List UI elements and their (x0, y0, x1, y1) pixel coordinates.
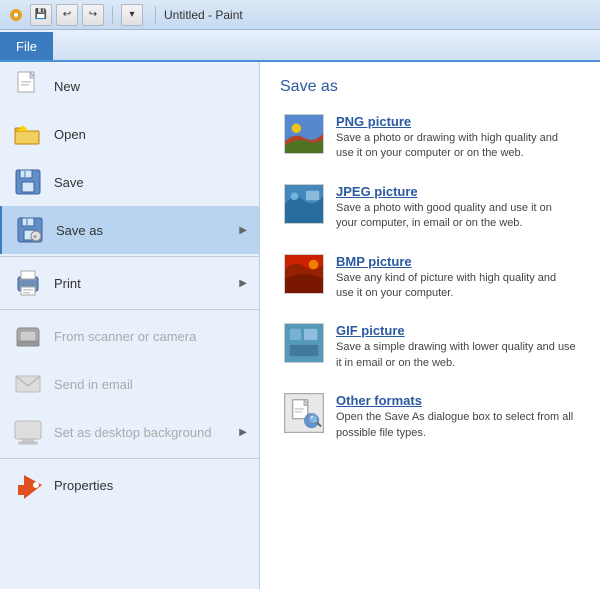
other-format-desc: Open the Save As dialogue box to select … (336, 410, 576, 441)
svg-text:🔍: 🔍 (308, 413, 322, 428)
menu-item-print[interactable]: Print ▶ (0, 259, 259, 307)
format-item-other[interactable]: 🔍 Other formats Open the Save As dialogu… (280, 389, 580, 445)
title-separator (155, 6, 156, 24)
toolbar-buttons: 💾 ↩ ↪ ▾ (30, 4, 143, 26)
other-format-name: Other formats (336, 393, 576, 408)
menu-item-desktop-bg: Set as desktop background ▶ (0, 408, 259, 456)
file-tab[interactable]: File (0, 32, 53, 60)
png-format-desc: Save a photo or drawing with high qualit… (336, 131, 576, 162)
menu-item-scanner-label: From scanner or camera (54, 329, 196, 344)
desktop-bg-icon (12, 416, 44, 448)
customize-button[interactable]: ▾ (121, 4, 143, 26)
redo-button[interactable]: ↪ (82, 4, 104, 26)
right-panel: Save as PNG picture Save a photo or draw… (260, 62, 600, 589)
format-item-gif[interactable]: GIF picture Save a simple drawing with l… (280, 319, 580, 375)
format-item-bmp[interactable]: BMP picture Save any kind of picture wit… (280, 250, 580, 306)
png-format-name: PNG picture (336, 114, 576, 129)
save-as-arrow: ▶ (239, 225, 247, 236)
undo-button[interactable]: ↩ (56, 4, 78, 26)
app-icon (8, 7, 24, 23)
menu-item-save-as-label: Save as (56, 223, 103, 238)
properties-icon (12, 469, 44, 501)
format-item-jpeg[interactable]: JPEG picture Save a photo with good qual… (280, 180, 580, 236)
menu-item-desktop-bg-label: Set as desktop background (54, 425, 212, 440)
print-arrow: ▶ (239, 278, 247, 289)
divider-1 (0, 256, 259, 257)
main-area: New Open Save (0, 62, 600, 589)
jpeg-format-text: JPEG picture Save a photo with good qual… (336, 184, 576, 232)
png-format-icon (284, 114, 324, 154)
gif-format-desc: Save a simple drawing with lower quality… (336, 340, 576, 371)
menu-item-email: Send in email (0, 360, 259, 408)
desktop-bg-arrow: ▶ (239, 427, 247, 438)
left-menu: New Open Save (0, 62, 260, 589)
menu-item-save-as[interactable]: + Save as ▶ (0, 206, 259, 254)
divider-2 (0, 309, 259, 310)
png-format-text: PNG picture Save a photo or drawing with… (336, 114, 576, 162)
other-format-icon: 🔍 (284, 393, 324, 433)
save-quick-button[interactable]: 💾 (30, 4, 52, 26)
menu-item-email-label: Send in email (54, 377, 133, 392)
bmp-format-desc: Save any kind of picture with high quali… (336, 271, 576, 302)
menu-item-save[interactable]: Save (0, 158, 259, 206)
save-as-icon: + (14, 214, 46, 246)
title-bar: 💾 ↩ ↪ ▾ Untitled - Paint (0, 0, 600, 30)
menu-item-print-label: Print (54, 276, 81, 291)
toolbar-separator (112, 6, 113, 24)
menu-item-properties-label: Properties (54, 478, 113, 493)
gif-format-name: GIF picture (336, 323, 576, 338)
jpeg-format-desc: Save a photo with good quality and use i… (336, 201, 576, 232)
menu-item-open[interactable]: Open (0, 110, 259, 158)
svg-text:+: + (33, 234, 37, 241)
menu-item-new[interactable]: New (0, 62, 259, 110)
menu-item-properties[interactable]: Properties (0, 461, 259, 509)
gif-format-text: GIF picture Save a simple drawing with l… (336, 323, 576, 371)
divider-3 (0, 458, 259, 459)
print-icon (12, 267, 44, 299)
scanner-icon (12, 320, 44, 352)
bmp-format-icon (284, 254, 324, 294)
bmp-format-name: BMP picture (336, 254, 576, 269)
new-icon (12, 70, 44, 102)
menu-item-save-label: Save (54, 175, 84, 190)
ribbon: File (0, 30, 600, 62)
gif-format-icon (284, 323, 324, 363)
email-icon (12, 368, 44, 400)
save-as-title: Save as (280, 78, 580, 96)
menu-item-open-label: Open (54, 127, 86, 142)
save-icon (12, 166, 44, 198)
jpeg-format-icon (284, 184, 324, 224)
bmp-format-text: BMP picture Save any kind of picture wit… (336, 254, 576, 302)
other-format-text: Other formats Open the Save As dialogue … (336, 393, 576, 441)
window-title: Untitled - Paint (164, 8, 243, 22)
menu-item-new-label: New (54, 79, 80, 94)
open-icon (12, 118, 44, 150)
jpeg-format-name: JPEG picture (336, 184, 576, 199)
menu-item-scanner: From scanner or camera (0, 312, 259, 360)
format-item-png[interactable]: PNG picture Save a photo or drawing with… (280, 110, 580, 166)
